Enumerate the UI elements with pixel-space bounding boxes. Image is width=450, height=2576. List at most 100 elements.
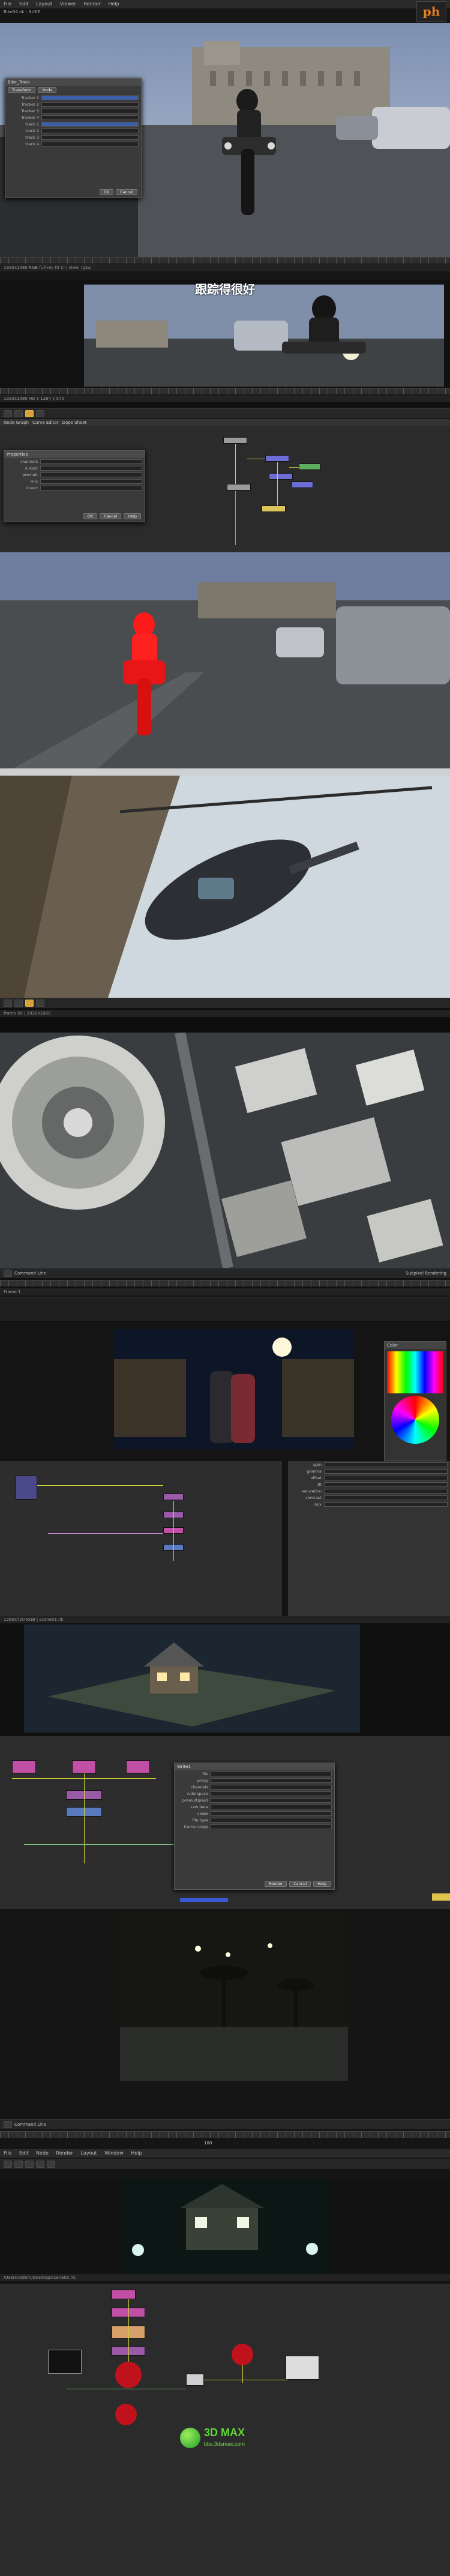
prop-field[interactable]: [324, 1495, 448, 1500]
row-field[interactable]: [41, 134, 139, 140]
row-field[interactable]: [41, 95, 139, 100]
tab-transform[interactable]: Transform: [8, 87, 36, 93]
row-field[interactable]: [41, 115, 139, 120]
cancel-button[interactable]: Cancel: [115, 189, 137, 195]
menu-render[interactable]: Render: [83, 1, 100, 7]
graph-node-output-bar[interactable]: [432, 1893, 450, 1901]
tab-curve-editor[interactable]: Curve Editor: [32, 420, 59, 425]
graph-node-read[interactable]: [286, 2356, 319, 2380]
row-field[interactable]: [211, 1778, 332, 1783]
graph-node-camera[interactable]: [112, 2290, 136, 2299]
row-field[interactable]: [211, 1784, 332, 1790]
graph-node-transform[interactable]: [227, 484, 251, 490]
row-field[interactable]: [211, 1824, 332, 1829]
graph-node-read[interactable]: [223, 437, 247, 444]
row-field[interactable]: [41, 101, 139, 107]
color-swatch-grid[interactable]: [387, 1351, 443, 1393]
prop-field[interactable]: [324, 1501, 448, 1507]
row-field[interactable]: [41, 108, 139, 113]
prop-field[interactable]: [324, 1468, 448, 1474]
first-frame-button[interactable]: [4, 1000, 12, 1007]
ok-button[interactable]: OK: [83, 513, 98, 519]
menu-help[interactable]: Help: [109, 1, 119, 7]
tool-button[interactable]: [4, 2161, 12, 2168]
menu-viewer[interactable]: Viewer: [60, 1, 76, 7]
row-field[interactable]: [211, 1811, 332, 1816]
tool-button[interactable]: [14, 2161, 23, 2168]
tab-node-graph[interactable]: Node Graph: [4, 420, 29, 425]
row-field[interactable]: [211, 1804, 332, 1809]
help-button[interactable]: Help: [124, 513, 141, 519]
graph-node-dot[interactable]: [115, 2362, 142, 2388]
row-field[interactable]: [40, 472, 142, 477]
timeline-ruler[interactable]: [0, 2131, 450, 2138]
graph-node-grade[interactable]: [163, 1494, 184, 1500]
graph-node-dot[interactable]: [232, 2344, 253, 2365]
row-field[interactable]: [40, 459, 142, 464]
row-field[interactable]: [41, 141, 139, 146]
graph-node-merge[interactable]: [265, 455, 289, 462]
render-button[interactable]: Render: [265, 1881, 287, 1887]
menu-node[interactable]: Node: [36, 2150, 49, 2156]
menu-window[interactable]: Window: [104, 2150, 124, 2156]
tool-button[interactable]: [25, 2161, 34, 2168]
node-graph-area[interactable]: 3D MAX bbs.3dsmax.com: [0, 2284, 450, 2576]
next-frame-button[interactable]: [36, 410, 44, 417]
stop-button[interactable]: [14, 410, 23, 417]
menu-edit[interactable]: Edit: [19, 2150, 29, 2156]
play-button[interactable]: [25, 410, 34, 417]
graph-node-read[interactable]: [16, 1476, 37, 1500]
row-field[interactable]: [41, 121, 139, 127]
help-button[interactable]: Help: [313, 1881, 331, 1887]
command-line-tab[interactable]: Command Line: [14, 1271, 46, 1276]
graph-node-read[interactable]: [12, 1760, 36, 1773]
menu-help[interactable]: Help: [131, 2150, 142, 2156]
menu-layout[interactable]: Layout: [36, 1, 52, 7]
graph-node-viewer-bar[interactable]: [180, 1898, 228, 1902]
graph-node-dot[interactable]: [115, 2404, 137, 2425]
graph-node-read[interactable]: [48, 2350, 82, 2374]
timeline-track[interactable]: [0, 1297, 450, 1321]
timeline-ruler[interactable]: [0, 1280, 450, 1287]
row-field[interactable]: [40, 478, 142, 484]
timeline-ruler[interactable]: [0, 388, 450, 395]
zoom-button[interactable]: [4, 2121, 12, 2128]
row-field[interactable]: [40, 485, 142, 490]
graph-node-grade[interactable]: [269, 473, 293, 480]
tab-node[interactable]: Node: [38, 87, 57, 93]
menu-layout[interactable]: Layout: [80, 2150, 97, 2156]
cancel-button[interactable]: Cancel: [289, 1881, 311, 1887]
play-button[interactable]: [25, 1000, 34, 1007]
last-frame-button[interactable]: [36, 1000, 44, 1007]
prop-field[interactable]: [324, 1462, 448, 1467]
cancel-button[interactable]: Cancel: [100, 513, 122, 519]
node-graph-area[interactable]: [0, 1461, 282, 1616]
tool-button[interactable]: [47, 2161, 55, 2168]
graph-node-switch[interactable]: [186, 2374, 204, 2386]
menu-file[interactable]: File: [4, 2150, 11, 2156]
color-wheel[interactable]: [391, 1396, 439, 1444]
tab-dope-sheet[interactable]: Dope Sheet: [62, 420, 87, 425]
row-field[interactable]: [40, 465, 142, 471]
menu-file[interactable]: File: [4, 1, 11, 7]
prop-field[interactable]: [324, 1475, 448, 1480]
row-field[interactable]: [41, 128, 139, 133]
zoom-button[interactable]: [4, 1270, 12, 1277]
row-field[interactable]: [211, 1797, 332, 1803]
graph-node-blur[interactable]: [292, 481, 313, 488]
ok-button[interactable]: OK: [99, 189, 113, 195]
row-field[interactable]: [211, 1817, 332, 1823]
timeline-ruler[interactable]: [0, 257, 450, 264]
tool-button[interactable]: [36, 2161, 44, 2168]
command-line-tab[interactable]: Command Line: [14, 2122, 46, 2127]
play-back-button[interactable]: [4, 410, 12, 417]
prop-field[interactable]: [324, 1482, 448, 1487]
row-field[interactable]: [211, 1771, 332, 1776]
row-field[interactable]: [211, 1791, 332, 1796]
play-back-button[interactable]: [14, 1000, 23, 1007]
graph-node-roto[interactable]: [299, 463, 320, 470]
menu-edit[interactable]: Edit: [19, 1, 29, 7]
menu-render[interactable]: Render: [56, 2150, 73, 2156]
graph-node-read[interactable]: [72, 1760, 96, 1773]
graph-node-read[interactable]: [126, 1760, 150, 1773]
